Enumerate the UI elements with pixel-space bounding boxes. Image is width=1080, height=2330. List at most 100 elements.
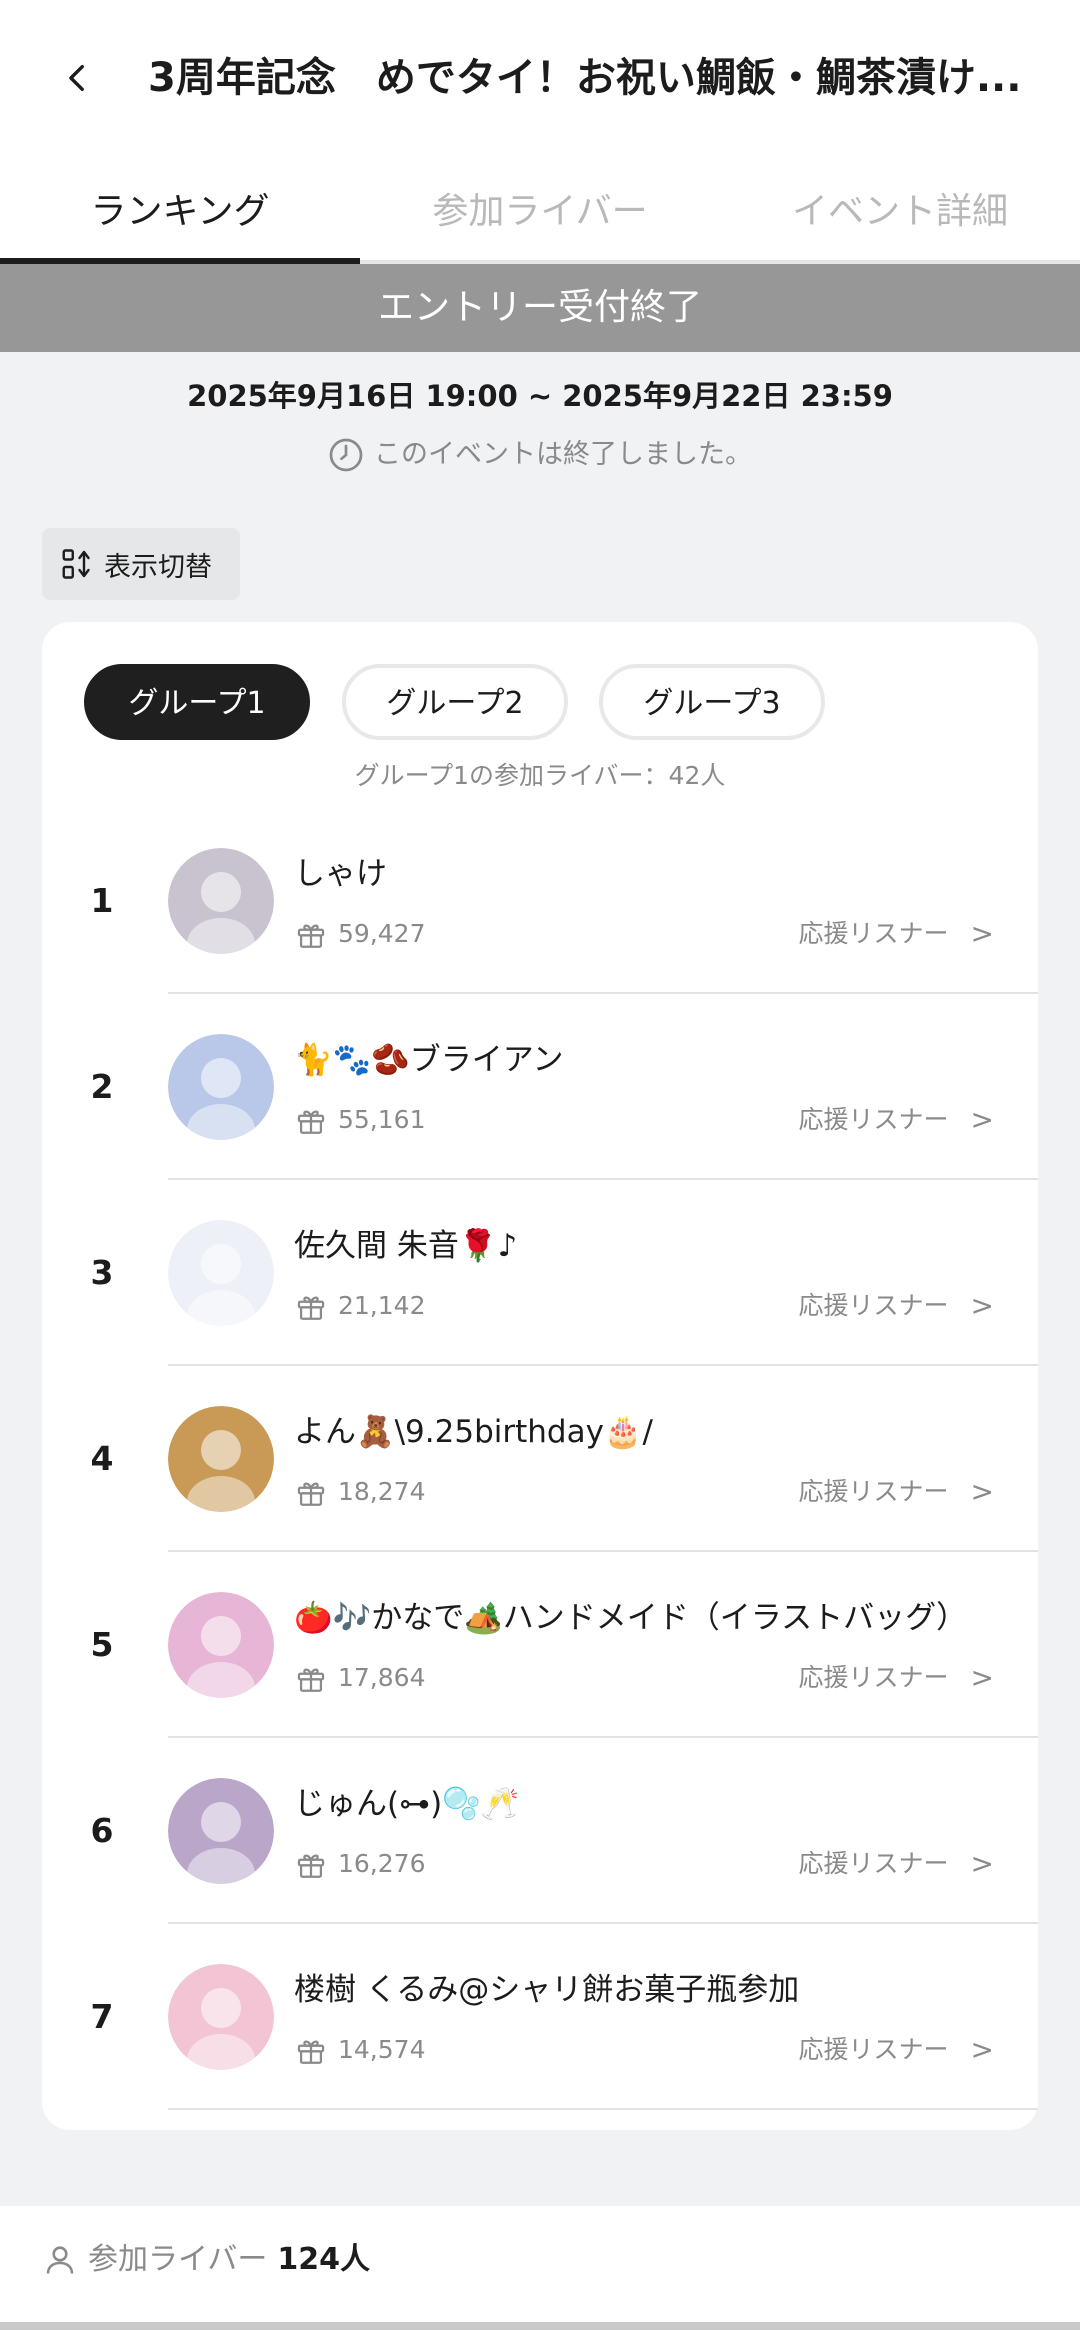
supporter-listeners-link[interactable]: 応援リスナー > [799, 1658, 994, 1698]
points-value: 21,142 [338, 1291, 426, 1320]
gift-icon [297, 1668, 325, 1692]
row-divider [168, 2108, 1038, 2110]
avatar-image [168, 1778, 274, 1884]
liver-name: 佐久間 朱音🌹♪ [294, 1228, 518, 1264]
supporter-listeners-link[interactable]: 応援リスナー > [799, 1472, 994, 1512]
avatar[interactable] [168, 848, 274, 954]
avatar[interactable] [168, 1406, 274, 1512]
ranking-row[interactable]: 2 🐈🐾🫘ブライアン 55,161 応援リスナー > [42, 994, 1038, 1180]
gift-points: 59,427 [294, 914, 425, 954]
avatar-image [168, 1406, 274, 1512]
rank-number: 7 [90, 1997, 114, 2036]
group-tab-2[interactable]: グループ2 [342, 664, 568, 740]
avatar[interactable] [168, 1778, 274, 1884]
tab-participants[interactable]: 参加ライバー [360, 180, 720, 244]
gift-points: 16,276 [294, 1844, 425, 1884]
chevron-right-icon: > [970, 1661, 994, 1694]
chevron-right-icon: > [970, 2033, 994, 2066]
supporter-listeners-link[interactable]: 応援リスナー > [799, 914, 994, 954]
avatar[interactable] [168, 1034, 274, 1140]
gift-points: 18,274 [294, 1472, 425, 1512]
gift-points: 14,574 [294, 2030, 425, 2070]
supporter-listeners-label: 応援リスナー [798, 1291, 949, 1320]
avatar[interactable] [168, 1964, 274, 2070]
ranking-row[interactable]: 4 よん🧸\9.25birthday🎂/ 18,274 応援リスナー > [42, 1366, 1038, 1552]
header: 3周年記念 めでタイ！お祝い鯛飯・鯛茶漬け... [0, 0, 1080, 156]
view-toggle-label: 表示切替 [104, 551, 212, 583]
gift-icon [297, 1110, 325, 1134]
avatar-image [168, 1034, 274, 1140]
ranking-row[interactable]: 1 しゃけ 59,427 応援リスナー > [42, 808, 1038, 994]
supporter-listeners-label: 応援リスナー [798, 1105, 949, 1134]
event-status-text: このイベントは終了しました。 [374, 439, 752, 470]
tab-ranking[interactable]: ランキング [0, 180, 360, 244]
ranking-row[interactable]: 5 🍅🎶かなで🏕️ハンドメイド（イラストバッグ） 17,864 応援リスナー > [42, 1552, 1038, 1738]
liver-name: 🍅🎶かなで🏕️ハンドメイド（イラストバッグ） [294, 1600, 968, 1636]
avatar-image [168, 1592, 274, 1698]
points-value: 18,274 [338, 1477, 426, 1506]
back-button[interactable] [48, 48, 108, 108]
group-tab-1[interactable]: グループ1 [84, 664, 310, 740]
gift-icon [297, 1296, 325, 1320]
supporter-listeners-label: 応援リスナー [798, 1849, 949, 1878]
gift-icon [297, 1482, 325, 1506]
gift-icon [297, 2040, 325, 2064]
person-icon [46, 2246, 74, 2274]
avatar[interactable] [168, 1592, 274, 1698]
participant-total-count: 124人 [277, 2242, 371, 2277]
footer-bar: 参加ライバー 124人 [0, 2206, 1080, 2330]
points-value: 55,161 [338, 1105, 426, 1134]
avatar-image [168, 1220, 274, 1326]
group-participant-count: グループ1の参加ライバー：42人 [354, 761, 726, 790]
points-value: 16,276 [338, 1849, 426, 1878]
chevron-left-icon [69, 64, 84, 92]
ranking-card: グループ1 グループ2 グループ3 グループ1の参加ライバー：42人 1 しゃけ 5… [42, 622, 1038, 2130]
rank-number: 4 [90, 1439, 114, 1478]
points-value: 17,864 [338, 1663, 426, 1692]
supporter-listeners-label: 応援リスナー [798, 2035, 949, 2064]
liver-name: 楼樹 くるみ@シャリ餅お菓子瓶参加 [294, 1972, 800, 2008]
page-title: 3周年記念 めでタイ！お祝い鯛飯・鯛茶漬け... [148, 55, 1022, 101]
liver-name: じゅん(⊶)🫧🥂 [294, 1786, 520, 1822]
liver-name: よん🧸\9.25birthday🎂/ [294, 1414, 653, 1450]
gift-icon [297, 1854, 325, 1878]
rank-number: 5 [90, 1625, 114, 1664]
supporter-listeners-label: 応援リスナー [798, 1663, 949, 1692]
supporter-listeners-label: 応援リスナー [798, 1477, 949, 1506]
avatar-image [168, 1964, 274, 2070]
gift-icon [297, 924, 325, 948]
gift-points: 55,161 [294, 1100, 425, 1140]
participant-total-label: 参加ライバー [88, 2242, 268, 2277]
tab-bar: ランキング 参加ライバー イベント詳細 [0, 156, 1080, 264]
points-value: 14,574 [338, 2035, 426, 2064]
points-value: 59,427 [338, 919, 426, 948]
layout-switch-icon [62, 549, 90, 579]
supporter-listeners-link[interactable]: 応援リスナー > [799, 1100, 994, 1140]
chevron-right-icon: > [970, 1475, 994, 1508]
chevron-right-icon: > [970, 1103, 994, 1136]
tab-event-details[interactable]: イベント詳細 [720, 180, 1080, 244]
group-tab-3[interactable]: グループ3 [599, 664, 825, 740]
gift-points: 17,864 [294, 1658, 425, 1698]
rank-number: 1 [90, 881, 114, 920]
ranking-row[interactable]: 3 佐久間 朱音🌹♪ 21,142 応援リスナー > [42, 1180, 1038, 1366]
supporter-listeners-label: 応援リスナー [798, 919, 949, 948]
rank-number: 3 [90, 1253, 114, 1292]
clock-icon [329, 438, 363, 472]
gift-points: 21,142 [294, 1286, 425, 1326]
ranking-row[interactable]: 7 楼樹 くるみ@シャリ餅お菓子瓶参加 14,574 応援リスナー > [42, 1924, 1038, 2110]
rank-number: 2 [90, 1067, 114, 1106]
view-toggle-button[interactable]: 表示切替 [42, 528, 240, 600]
supporter-listeners-link[interactable]: 応援リスナー > [799, 2030, 994, 2070]
supporter-listeners-link[interactable]: 応援リスナー > [799, 1844, 994, 1884]
event-status: このイベントは終了しました。 [0, 432, 1080, 478]
avatar-image [168, 848, 274, 954]
event-period: 2025年9月16日 19:00 ~ 2025年9月22日 23:59 [187, 379, 893, 413]
liver-name: しゃけ [294, 856, 387, 892]
ranking-row[interactable]: 6 じゅん(⊶)🫧🥂 16,276 応援リスナー > [42, 1738, 1038, 1924]
supporter-listeners-link[interactable]: 応援リスナー > [799, 1286, 994, 1326]
chevron-right-icon: > [970, 1289, 994, 1322]
chevron-right-icon: > [970, 1847, 994, 1880]
avatar[interactable] [168, 1220, 274, 1326]
participant-total: 参加ライバー 124人 [42, 2236, 370, 2284]
